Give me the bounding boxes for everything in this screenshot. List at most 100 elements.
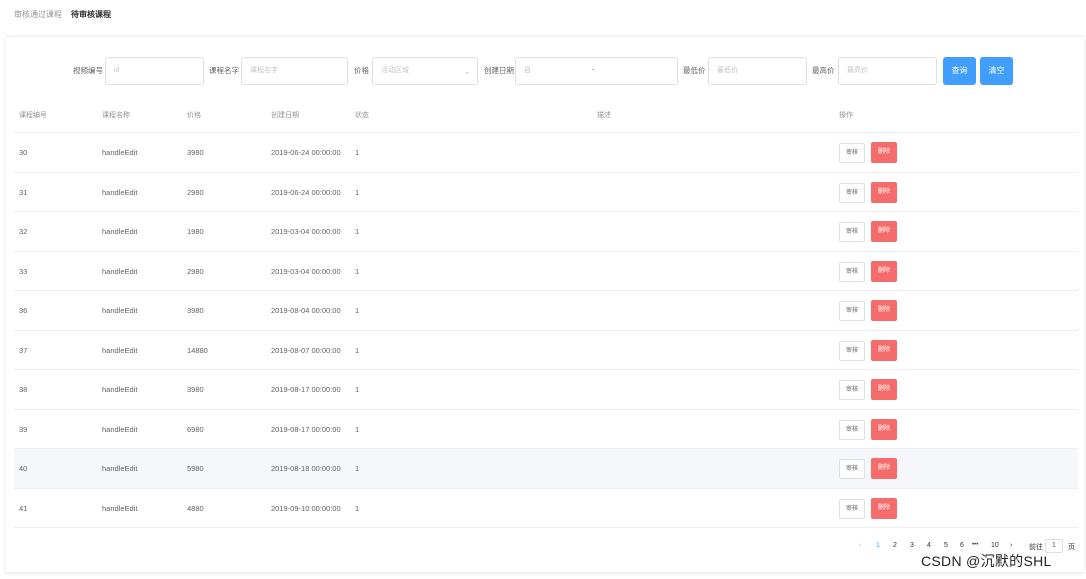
cell-price: 4880 <box>187 503 204 513</box>
delete-button[interactable]: 删除 <box>871 497 897 519</box>
delete-button[interactable]: 删除 <box>871 181 897 203</box>
tab-bar: 审核通过课程 待审核课程 <box>0 0 1086 34</box>
cell-status: 1 <box>355 503 360 513</box>
video-id-label: 视频编号 <box>73 66 103 75</box>
cell-course-id: 40 <box>19 464 28 473</box>
search-button[interactable]: 查询 <box>943 57 976 85</box>
table-row[interactable]: 30 handleEdit 3980 2019-06-24 00:00:00 1 审核 删除 <box>14 133 1078 173</box>
cell-course-name: handleEdit <box>102 227 138 236</box>
video-id-input[interactable]: id <box>105 57 204 85</box>
table-row[interactable]: 39 handleEdit 6980 2019-08-17 00:00:00 1 审核 删除 <box>14 410 1078 449</box>
cell-course-name: handleEdit <box>102 187 138 197</box>
delete-button[interactable]: 删除 <box>871 379 897 400</box>
cell-course-id: 32 <box>19 227 28 236</box>
cell-created-date: 2019-08-17 00:00:00 <box>271 424 341 434</box>
table-row[interactable]: 36 handleEdit 3980 2019-08-04 00:00:00 1 审核 删除 <box>14 291 1078 331</box>
audit-button[interactable]: 审核 <box>839 182 865 203</box>
audit-button[interactable]: 审核 <box>839 301 865 321</box>
cell-course-id: 31 <box>19 187 28 197</box>
cell-course-name: handleEdit <box>102 503 138 513</box>
audit-button[interactable]: 审核 <box>839 498 865 519</box>
min-price-placeholder: 最低价 <box>717 67 738 74</box>
audit-button[interactable]: 审核 <box>839 380 865 400</box>
max-price-input[interactable]: 最高价 <box>838 57 937 85</box>
cell-course-id: 38 <box>19 385 28 394</box>
cell-status: 1 <box>355 306 360 315</box>
header-price: 价格 <box>187 112 201 119</box>
table-row[interactable]: 41 handleEdit 4880 2019-09-10 00:00:00 1 审核 删除 <box>14 489 1078 528</box>
cell-status: 1 <box>355 385 360 394</box>
max-price-placeholder: 最高价 <box>847 67 868 74</box>
cell-created-date: 2019-08-04 00:00:00 <box>271 306 341 315</box>
delete-button[interactable]: 删除 <box>871 300 897 321</box>
cell-price: 5980 <box>187 464 204 473</box>
cell-course-id: 39 <box>19 424 28 434</box>
table-row[interactable]: 33 handleEdit 2980 2019-03-04 00:00:00 1 审核 删除 <box>14 252 1078 291</box>
delete-button[interactable]: 删除 <box>871 142 897 163</box>
page-2-button[interactable]: 2 <box>893 542 897 549</box>
row-divider <box>14 527 1078 528</box>
price-label: 价格 <box>354 66 369 75</box>
page-5-button[interactable]: 5 <box>944 542 948 549</box>
cell-price: 1980 <box>187 227 204 236</box>
price-select[interactable]: 活动区域 ⌄ <box>372 57 478 85</box>
cell-price: 3980 <box>187 306 204 315</box>
cell-course-id: 33 <box>19 266 28 276</box>
cell-course-name: handleEdit <box>102 464 138 473</box>
cell-course-name: handleEdit <box>102 266 138 276</box>
table-row[interactable]: 37 handleEdit 14880 2019-08-07 00:00:00 1 审核删… <box>14 331 1078 370</box>
audit-button[interactable]: 审核 <box>839 340 865 361</box>
table-row[interactable]: 32 handleEdit 1980 2019-03-04 00:00:00 1 审核 删除 <box>14 212 1078 252</box>
audit-button[interactable]: 审核 <box>839 143 865 163</box>
cell-created-date: 2019-08-07 00:00:00 <box>271 345 341 355</box>
delete-button[interactable]: 删除 <box>871 339 897 361</box>
price-select-placeholder: 活动区域 <box>381 67 409 74</box>
cell-course-name: handleEdit <box>102 306 138 315</box>
delete-button[interactable]: 删除 <box>871 418 897 440</box>
table-row[interactable]: 38 handleEdit 3980 2019-08-17 00:00:00 1 审核 删除 <box>14 370 1078 410</box>
audit-button[interactable]: 审核 <box>839 222 865 242</box>
cell-created-date: 2019-06-24 00:00:00 <box>271 148 341 157</box>
table-row[interactable]: 31 handleEdit 2980 2019-06-24 00:00:00 1 审核 删除 <box>14 173 1078 212</box>
delete-button[interactable]: 删除 <box>871 221 897 242</box>
delete-button[interactable]: 删除 <box>871 260 897 282</box>
table-row[interactable]: 40 handleEdit 5980 2019-08-18 00:00:00 1 审核 删除 <box>14 449 1078 489</box>
cell-course-name: handleEdit <box>102 148 138 157</box>
course-name-input[interactable]: 课程名字 <box>241 57 348 85</box>
tab-approved-courses[interactable]: 审核通过课程 <box>14 10 62 20</box>
page-last-button[interactable]: 10 <box>991 542 999 549</box>
cell-status: 1 <box>355 266 360 276</box>
cell-created-date: 2019-06-24 00:00:00 <box>271 187 341 197</box>
cell-status: 1 <box>355 424 360 434</box>
page-3-button[interactable]: 3 <box>910 542 914 549</box>
created-date-start-placeholder: 自 <box>524 67 531 74</box>
cell-price: 2980 <box>187 266 204 276</box>
header-course-name: 课程名称 <box>102 112 130 119</box>
delete-button[interactable]: 删除 <box>871 458 897 479</box>
next-page-icon[interactable]: › <box>1010 542 1012 549</box>
cell-price: 2980 <box>187 187 204 197</box>
clear-button[interactable]: 清空 <box>980 57 1013 85</box>
min-price-label: 最低价 <box>683 66 706 75</box>
header-operations: 操作 <box>839 112 853 119</box>
cell-status: 1 <box>355 148 360 157</box>
cell-created-date: 2019-03-04 00:00:00 <box>271 266 341 276</box>
audit-button[interactable]: 审核 <box>839 419 865 440</box>
pagination-ellipsis[interactable]: ••• <box>972 542 978 548</box>
cell-status: 1 <box>355 227 360 236</box>
min-price-input[interactable]: 最低价 <box>708 57 807 85</box>
page-1-button[interactable]: 1 <box>876 542 880 549</box>
created-date-range-input[interactable]: 自 - <box>515 57 678 85</box>
max-price-label: 最高价 <box>812 66 835 75</box>
audit-button[interactable]: 审核 <box>839 261 865 282</box>
prev-page-icon[interactable]: ‹ <box>859 542 861 549</box>
tab-pending-courses[interactable]: 待审核课程 <box>71 10 111 20</box>
page-6-button[interactable]: 6 <box>960 542 964 549</box>
csdn-watermark: CSDN @沉默的SHL <box>921 553 1052 569</box>
page-4-button[interactable]: 4 <box>927 542 931 549</box>
cell-course-id: 36 <box>19 306 28 315</box>
chevron-down-icon: ⌄ <box>463 66 471 76</box>
created-date-label: 创建日期 <box>484 66 514 75</box>
audit-button[interactable]: 审核 <box>839 459 865 479</box>
cell-price: 3980 <box>187 385 204 394</box>
